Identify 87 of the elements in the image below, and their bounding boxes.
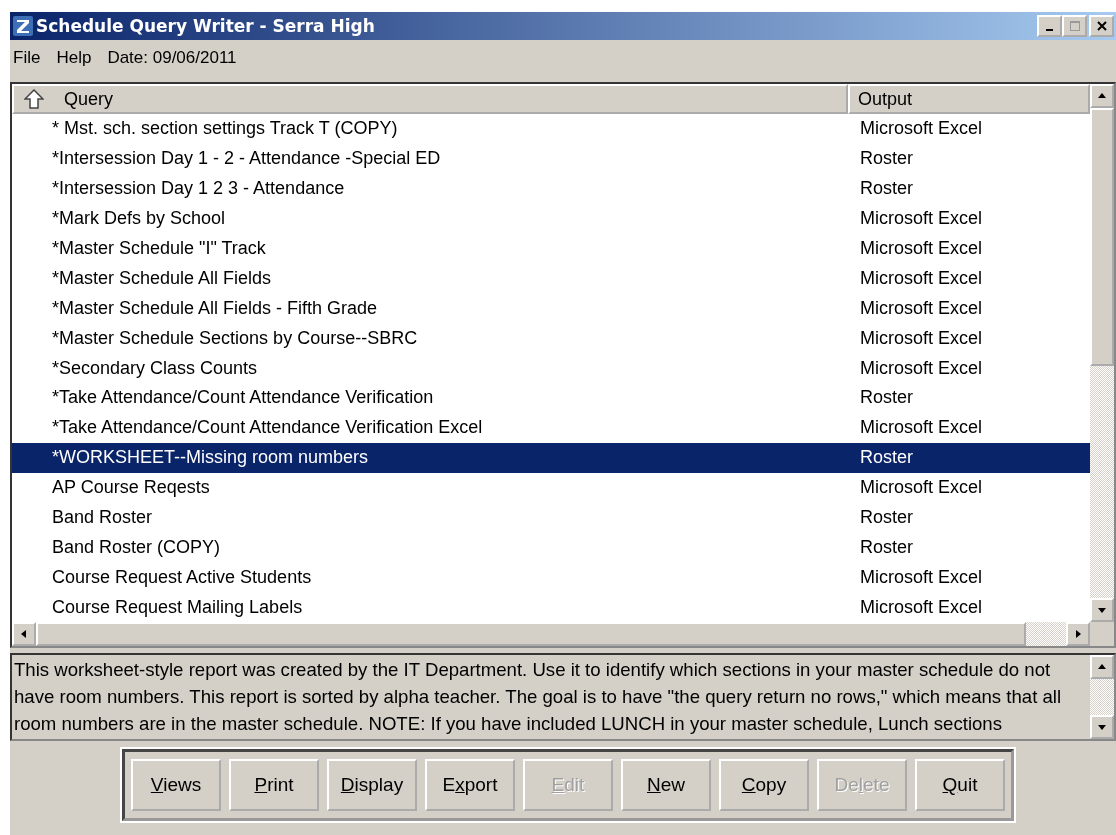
table-row[interactable]: *Master Schedule All Fields - Fifth Grade Microsoft Excel: [12, 293, 1090, 324]
table-row[interactable]: *Intersession Day 1 - 2 - Attendance -Special ED Roster: [12, 143, 1090, 174]
scroll-thumb[interactable]: [1090, 108, 1114, 366]
query-cell-text: Band Roster (COPY): [51, 536, 222, 558]
minimize-icon: [1046, 29, 1053, 31]
output-cell-text: Roster: [859, 507, 913, 528]
toolbar-button[interactable]: Quit: [915, 759, 1005, 811]
right-arrow-icon: [1074, 629, 1082, 639]
toolbar-button[interactable]: Copy: [719, 759, 809, 811]
output-cell-text: Microsoft Excel: [859, 357, 983, 379]
minimize-button[interactable]: [1037, 15, 1062, 37]
output-cell-text: Roster: [859, 148, 913, 170]
query-cell-text: *Intersession Day 1 2 3 - Attendance: [51, 178, 346, 200]
table-row[interactable]: Course Request Active Students Microsoft Excel: [12, 562, 1090, 593]
toolbar-button[interactable]: Export: [425, 759, 515, 811]
toolbar-button[interactable]: New: [621, 759, 711, 811]
description-text: This worksheet-style report was created by the IT Department. Use it to identify which sections in your master schedule do not have room numbers. This report is sorted by alpha teacher. The goal is to have "the query return no rows," which means that all room numbers are in the master schedule. NOTE: If you have included LUNCH in your master schedule, Lunch sections: [13, 658, 1063, 736]
scroll-up-button[interactable]: [1090, 655, 1114, 679]
output-cell-text: Microsoft Excel: [859, 238, 983, 259]
up-arrow-icon: [1097, 663, 1107, 671]
output-cell-text: Microsoft Excel: [859, 267, 983, 289]
query-cell-text: *Master Schedule All Fields - Fifth Grade: [51, 297, 379, 319]
close-icon: [1095, 20, 1108, 32]
toolbar-button[interactable]: Display: [327, 759, 417, 811]
scroll-right-button[interactable]: [1066, 622, 1090, 646]
column-title: Query: [64, 88, 114, 110]
output-cell-text: Microsoft Excel: [859, 327, 983, 349]
vertical-scrollbar[interactable]: [1090, 655, 1114, 739]
table-row[interactable]: *Take Attendance/Count Attendance Verification Excel Microsoft Excel: [12, 412, 1090, 443]
table-row[interactable]: Band Roster Roster: [12, 502, 1090, 533]
window-title: Schedule Query Writer - Serra High: [36, 16, 376, 36]
left-arrow-icon: [20, 629, 28, 639]
output-cell-text: Roster: [859, 387, 913, 409]
query-cell-text: Band Roster: [51, 507, 154, 528]
column-header[interactable]: Output: [848, 84, 1090, 114]
maximize-icon: [1068, 20, 1081, 32]
query-cell-text: *Take Attendance/Count Attendance Verification: [51, 387, 435, 409]
close-button[interactable]: [1089, 15, 1114, 37]
output-cell-text: Roster: [859, 178, 913, 200]
up-arrow-icon: [24, 89, 44, 109]
query-cell-text: * Mst. sch. section settings Track T (COPY): [51, 118, 399, 140]
output-cell-text: Microsoft Excel: [859, 118, 983, 140]
table-row[interactable]: *Intersession Day 1 2 3 - Attendance Roster: [12, 173, 1090, 204]
app-icon: [13, 16, 33, 36]
query-cell-text: *Take Attendance/Count Attendance Verification Excel: [51, 417, 484, 439]
output-cell-text: Microsoft Excel: [859, 566, 983, 588]
table-row[interactable]: AP Course Reqests Microsoft Excel: [12, 472, 1090, 503]
column-header[interactable]: Query: [12, 84, 848, 114]
query-cell-text: *Mark Defs by School: [51, 208, 227, 230]
down-arrow-icon: [1097, 606, 1107, 614]
table-row[interactable]: *Secondary Class Counts Microsoft Excel: [12, 353, 1090, 383]
query-cell-text: *Master Schedule All Fields: [51, 267, 273, 289]
down-arrow-icon: [1097, 723, 1107, 731]
output-cell-text: Microsoft Excel: [859, 417, 983, 439]
output-cell-text: Roster: [859, 536, 913, 558]
scroll-down-button[interactable]: [1090, 598, 1114, 622]
toolbar-button[interactable]: Views: [131, 759, 221, 811]
date-label: Date: 09/06/2011: [107, 48, 237, 68]
menu-item[interactable]: File: [13, 48, 41, 68]
table-row[interactable]: *Mark Defs by School Microsoft Excel: [12, 203, 1090, 234]
query-cell-text: *Intersession Day 1 - 2 - Attendance -Special ED: [51, 148, 442, 170]
output-cell-text: Microsoft Excel: [859, 208, 983, 230]
toolbar-button[interactable]: Print: [229, 759, 319, 811]
table-row[interactable]: Course Request Mailing Labels Microsoft Excel: [12, 592, 1090, 622]
output-cell-text: Roster: [859, 447, 913, 469]
scroll-down-button[interactable]: [1090, 715, 1114, 739]
scroll-left-button[interactable]: [12, 622, 36, 646]
query-cell-text: Course Request Active Students: [51, 566, 313, 588]
query-cell-text: Course Request Mailing Labels: [51, 596, 304, 618]
up-arrow-icon: [1097, 92, 1107, 100]
table-row[interactable]: *Master Schedule Sections by Course--SBRC Microsoft Excel: [12, 323, 1090, 354]
output-cell-text: Microsoft Excel: [859, 297, 983, 319]
output-cell-text: Microsoft Excel: [859, 596, 983, 618]
query-cell-text: *Master Schedule "I" Track: [51, 238, 267, 259]
table-row[interactable]: *Master Schedule "I" Track Microsoft Excel: [12, 233, 1090, 264]
table-row[interactable]: *Take Attendance/Count Attendance Verification Roster: [12, 383, 1090, 413]
table-row[interactable]: *WORKSHEET--Missing room numbers Roster: [12, 442, 1090, 473]
query-cell-text: *WORKSHEET--Missing room numbers: [51, 447, 370, 469]
query-cell-text: AP Course Reqests: [51, 477, 211, 499]
table-row[interactable]: Band Roster (COPY) Roster: [12, 532, 1090, 563]
table-row[interactable]: *Master Schedule All Fields Microsoft Excel: [12, 263, 1090, 294]
menu-item[interactable]: Help: [56, 48, 92, 68]
output-cell-text: Microsoft Excel: [859, 477, 983, 499]
query-cell-text: *Secondary Class Counts: [51, 357, 259, 379]
scroll-up-button[interactable]: [1090, 84, 1114, 108]
table-row[interactable]: * Mst. sch. section settings Track T (COPY) Microsoft Excel: [12, 114, 1090, 144]
query-cell-text: *Master Schedule Sections by Course--SBRC: [51, 327, 419, 349]
